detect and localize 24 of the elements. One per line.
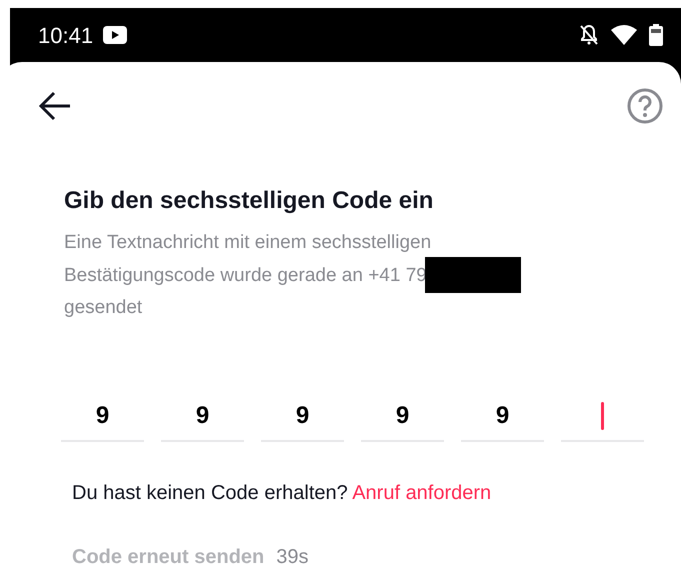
wifi-icon — [611, 25, 637, 45]
code-digit: 9 — [196, 401, 210, 431]
video-app-icon — [103, 26, 128, 44]
code-digit: 9 — [96, 401, 110, 431]
text-cursor — [601, 402, 604, 430]
code-digit-field[interactable]: 9 — [61, 392, 144, 442]
code-digit: 9 — [296, 401, 310, 431]
code-digit: 9 — [396, 401, 410, 431]
page-title: Gib den sechsstelligen Code ein — [64, 186, 434, 216]
code-digit: 9 — [496, 401, 510, 431]
code-digit-field[interactable]: 9 — [161, 392, 244, 442]
muted-bell-icon — [579, 24, 599, 46]
back-arrow-icon[interactable] — [38, 91, 72, 121]
description-text: Eine Textnachricht mit einem sechsstelligen — [64, 231, 432, 255]
no-code-question: Du hast keinen Code erhalten? Anruf anfordern — [71, 481, 492, 506]
countdown-text: 39s — [276, 545, 309, 567]
code-digit-field[interactable]: 9 — [461, 392, 544, 442]
status-time: 10:41 — [38, 22, 94, 50]
battery-icon — [649, 24, 663, 46]
description-text: gesendet — [64, 296, 142, 320]
code-digit-field[interactable]: 9 — [361, 392, 444, 442]
code-digit-field[interactable]: 9 — [261, 392, 344, 442]
request-call-link[interactable]: Anruf anfordern — [352, 482, 492, 504]
help-icon[interactable] — [627, 88, 663, 124]
